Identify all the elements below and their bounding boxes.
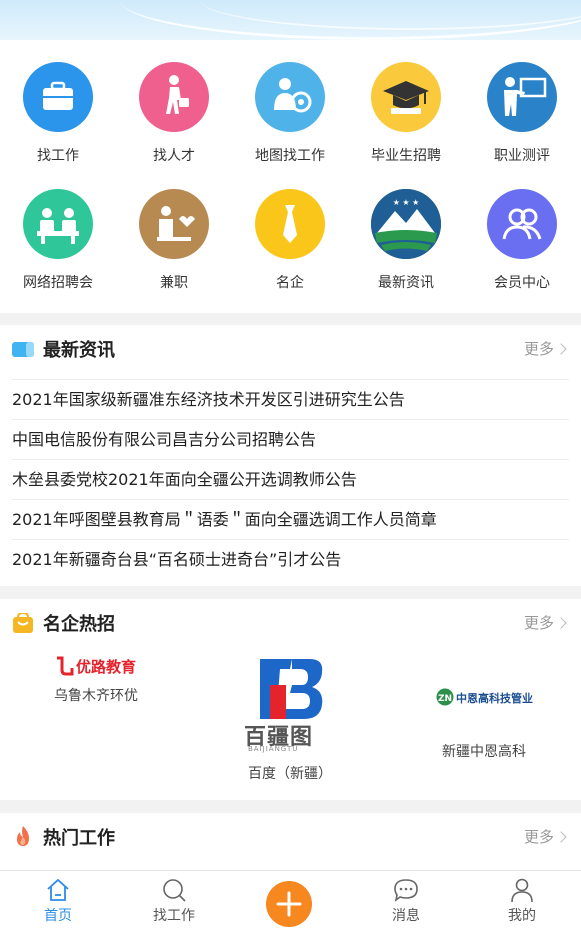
message-icon [393, 877, 419, 903]
tab-messages[interactable]: 消息 [348, 871, 464, 930]
menu-label: 网络招聘会 [23, 275, 93, 291]
news-item[interactable]: 2021年国家级新疆准东经济技术开发区引进研究生公告 [12, 379, 569, 419]
menu-find-job[interactable]: 找工作 [0, 40, 116, 164]
hot-more-link[interactable]: 更多 [524, 826, 567, 847]
youlu-logo-icon [57, 656, 74, 676]
menu-label: 会员中心 [494, 275, 550, 291]
news-item[interactable]: 木垒县委党校2021年面向全疆公开选调教师公告 [12, 459, 569, 499]
tab-home[interactable]: 首页 [0, 871, 116, 930]
company-name: 乌鲁木齐环优 [54, 688, 138, 704]
menu-label: 名企 [276, 275, 304, 291]
company-logo: 百疆图 BAIJIANGTU [230, 655, 350, 753]
company-logo: ZN 中恩高科技管业 [424, 687, 544, 709]
user-icon [509, 877, 535, 903]
famous-more-link[interactable]: 更多 [524, 612, 567, 633]
person-walking-icon [139, 62, 209, 132]
company-card[interactable]: 百疆图 BAIJIANGTU 百度（新疆） [230, 655, 350, 783]
part-time-icon [139, 189, 209, 259]
menu-part-time[interactable]: 兼职 [116, 167, 232, 291]
news-title: 最新资讯 [43, 340, 115, 361]
tab-label: 我的 [508, 908, 536, 924]
chevron-right-icon [555, 343, 567, 355]
news-header: 最新资讯 更多 [0, 325, 581, 373]
news-item[interactable]: 2021年新疆奇台县“百名硕士进奇台”引才公告 [12, 539, 569, 579]
graduation-cap-icon [371, 62, 441, 132]
menu-career-test[interactable]: 职业测评 [464, 40, 580, 164]
tab-label: 首页 [44, 908, 72, 924]
hot-header: 热门工作 更多 [0, 813, 581, 861]
top-banner[interactable] [0, 0, 581, 40]
news-section: 最新资讯 更多 2021年国家级新疆准东经济技术开发区引进研究生公告 中国电信股… [0, 325, 581, 586]
tab-find-job[interactable]: 找工作 [116, 871, 232, 930]
company-card[interactable]: 优路教育 乌鲁木齐环优 [36, 655, 156, 705]
menu-find-talent[interactable]: 找人才 [116, 40, 232, 164]
briefcase-icon [23, 62, 93, 132]
menu-famous-company[interactable]: 名企 [232, 167, 348, 291]
svg-text:ZN: ZN [438, 694, 452, 704]
zhongen-logo-icon: ZN [436, 688, 454, 706]
tab-label: 找工作 [153, 908, 195, 924]
company-logo: 优路教育 [36, 655, 156, 677]
menu-latest-news[interactable]: ★ ★ ★ 最新资讯 [348, 167, 464, 291]
company-name: 百度（新疆） [248, 766, 332, 782]
menu-online-fair[interactable]: 网络招聘会 [0, 167, 116, 291]
famous-header: 名企热招 更多 [0, 599, 581, 647]
famous-title: 名企热招 [43, 614, 115, 635]
fire-icon [17, 826, 29, 846]
menu-graduate-recruit[interactable]: 毕业生招聘 [348, 40, 464, 164]
home-icon [45, 877, 71, 903]
menu-label: 找工作 [37, 148, 79, 164]
svg-text:★ ★ ★: ★ ★ ★ [393, 198, 420, 207]
news-more-link[interactable]: 更多 [524, 338, 567, 359]
chevron-right-icon [555, 617, 567, 629]
menu-map-job[interactable]: 地图找工作 [232, 40, 348, 164]
company-card[interactable]: ZN 中恩高科技管业 新疆中恩高科 [424, 687, 544, 761]
famous-section: 名企热招 更多 优路教育 乌鲁木齐环优 百疆图 BAIJIANGTU 百度（新疆… [0, 599, 581, 800]
tab-mine[interactable]: 我的 [464, 871, 580, 930]
map-person-icon [255, 62, 325, 132]
menu-label: 职业测评 [494, 148, 550, 164]
menu-label: 最新资讯 [378, 275, 434, 291]
menu-label: 地图找工作 [255, 148, 325, 164]
news-icon [12, 342, 34, 357]
plus-icon [276, 891, 302, 917]
quick-menu-grid: 找工作 找人才 地图找工作 毕业生招聘 职业测评 网络招聘会 兼职 名企 ★ ★… [0, 40, 581, 313]
publish-plus-button[interactable] [266, 881, 312, 927]
mountain-emblem-icon: ★ ★ ★ [371, 189, 441, 259]
hot-title: 热门工作 [43, 828, 115, 849]
menu-label: 毕业生招聘 [371, 148, 441, 164]
company-name: 新疆中恩高科 [442, 744, 526, 760]
tie-icon [255, 189, 325, 259]
tab-label: 消息 [392, 908, 420, 924]
teacher-board-icon [487, 62, 557, 132]
chevron-right-icon [555, 831, 567, 843]
news-list: 2021年国家级新疆准东经济技术开发区引进研究生公告 中国电信股份有限公司昌吉分… [12, 379, 569, 579]
shopping-bag-icon [13, 613, 33, 633]
news-item[interactable]: 2021年呼图壁县教育局＂语委＂面向全疆选调工作人员简章 [12, 499, 569, 539]
menu-label: 找人才 [153, 148, 195, 164]
meeting-icon [23, 189, 93, 259]
baijiangtu-logo-icon [260, 659, 323, 719]
hot-section: 热门工作 更多 [0, 813, 581, 870]
menu-member-center[interactable]: 会员中心 [464, 167, 580, 291]
search-icon [161, 877, 187, 903]
members-icon [487, 189, 557, 259]
news-item[interactable]: 中国电信股份有限公司昌吉分公司招聘公告 [12, 419, 569, 459]
menu-label: 兼职 [160, 275, 188, 291]
